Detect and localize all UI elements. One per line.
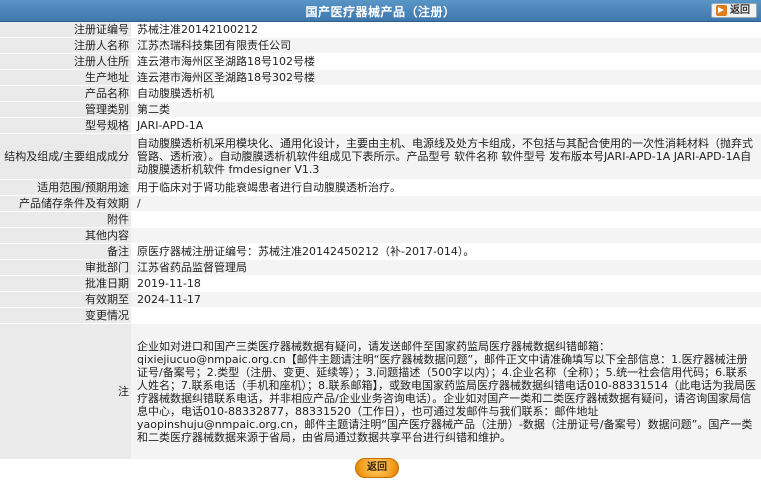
table-row: 管理类别 第二类 bbox=[0, 101, 761, 118]
footer-back-button[interactable]: 返回 bbox=[355, 458, 399, 478]
table-row: 附件 bbox=[0, 211, 761, 228]
header-back-button[interactable]: 返回 bbox=[711, 3, 757, 18]
row-value: / bbox=[131, 195, 761, 212]
table-row: 型号规格 JARI-APD-1A bbox=[0, 117, 761, 134]
row-value bbox=[131, 227, 761, 244]
row-value: 苏械注准20142100212 bbox=[131, 22, 761, 38]
row-value bbox=[131, 211, 761, 228]
table-row: 其他内容 bbox=[0, 227, 761, 244]
row-label: 审批部门 bbox=[0, 259, 131, 276]
row-value: 原医疗器械注册证编号：苏械注准20142450212（补-2017-014）。 bbox=[131, 243, 761, 260]
row-value: 2019-11-18 bbox=[131, 275, 761, 292]
row-label: 产品名称 bbox=[0, 85, 131, 102]
row-label: 结构及组成/主要组成成分 bbox=[0, 133, 131, 180]
note-row: 注 企业如对进口和国产三类医疗器械数据有疑问，请发送邮件至国家药监局医疗器械数据… bbox=[0, 323, 761, 460]
table-row: 产品储存条件及有效期 / bbox=[0, 195, 761, 212]
note-label: 注 bbox=[0, 323, 131, 460]
table-row: 产品名称 自动腹膜透析机 bbox=[0, 85, 761, 102]
header-back-label: 返回 bbox=[730, 5, 750, 16]
row-label: 适用范围/预期用途 bbox=[0, 179, 131, 196]
table-row: 适用范围/预期用途 用于临床对于肾功能衰竭患者进行自动腹膜透析治疗。 bbox=[0, 179, 761, 196]
row-label: 管理类别 bbox=[0, 101, 131, 118]
note-text: 企业如对进口和国产三类医疗器械数据有疑问，请发送邮件至国家药监局医疗器械数据纠错… bbox=[131, 323, 761, 460]
row-label: 附件 bbox=[0, 211, 131, 228]
row-label: 生产地址 bbox=[0, 69, 131, 86]
row-value bbox=[131, 307, 761, 324]
table-row: 审批部门 江苏省药品监督管理局 bbox=[0, 259, 761, 276]
table-row: 注册人名称 江苏杰瑞科技集团有限责任公司 bbox=[0, 37, 761, 54]
row-label: 变更情况 bbox=[0, 307, 131, 324]
table-row: 备注 原医疗器械注册证编号：苏械注准20142450212（补-2017-014… bbox=[0, 243, 761, 260]
row-value: JARI-APD-1A bbox=[131, 117, 761, 134]
table-row: 注册人住所 连云港市海州区圣湖路18号102号楼 bbox=[0, 53, 761, 70]
row-label: 注册人名称 bbox=[0, 37, 131, 54]
page-title: 国产医疗器械产品（注册） bbox=[305, 5, 456, 19]
row-label: 有效期至 bbox=[0, 291, 131, 308]
page-header: 国产医疗器械产品（注册） 返回 bbox=[0, 0, 761, 22]
detail-table: 注册证编号 苏械注准20142100212 注册人名称 江苏杰瑞科技集团有限责任… bbox=[0, 22, 761, 460]
row-value: 江苏省药品监督管理局 bbox=[131, 259, 761, 276]
row-label: 批准日期 bbox=[0, 275, 131, 292]
table-row: 注册证编号 苏械注准20142100212 bbox=[0, 22, 761, 38]
row-label: 其他内容 bbox=[0, 227, 131, 244]
table-row: 有效期至 2024-11-17 bbox=[0, 291, 761, 308]
row-label: 注册人住所 bbox=[0, 53, 131, 70]
row-label: 注册证编号 bbox=[0, 22, 131, 38]
table-row: 生产地址 连云港市海州区圣湖路18号302号楼 bbox=[0, 69, 761, 86]
row-value: 江苏杰瑞科技集团有限责任公司 bbox=[131, 37, 761, 54]
row-label: 备注 bbox=[0, 243, 131, 260]
row-value: 连云港市海州区圣湖路18号302号楼 bbox=[131, 69, 761, 86]
table-row: 批准日期 2019-11-18 bbox=[0, 275, 761, 292]
row-value: 自动腹膜透析机 bbox=[131, 85, 761, 102]
row-value: 2024-11-17 bbox=[131, 291, 761, 308]
row-value: 用于临床对于肾功能衰竭患者进行自动腹膜透析治疗。 bbox=[131, 179, 761, 196]
row-value: 第二类 bbox=[131, 101, 761, 118]
back-arrow-icon bbox=[716, 5, 727, 16]
row-label: 型号规格 bbox=[0, 117, 131, 134]
row-label: 产品储存条件及有效期 bbox=[0, 195, 131, 212]
row-value: 连云港市海州区圣湖路18号102号楼 bbox=[131, 53, 761, 70]
row-value: 自动腹膜透析机采用模块化、通用化设计，主要由主机、电源线及处方卡组成，不包括与其… bbox=[131, 133, 761, 180]
table-row: 变更情况 bbox=[0, 307, 761, 324]
table-row: 结构及组成/主要组成成分 自动腹膜透析机采用模块化、通用化设计，主要由主机、电源… bbox=[0, 133, 761, 180]
